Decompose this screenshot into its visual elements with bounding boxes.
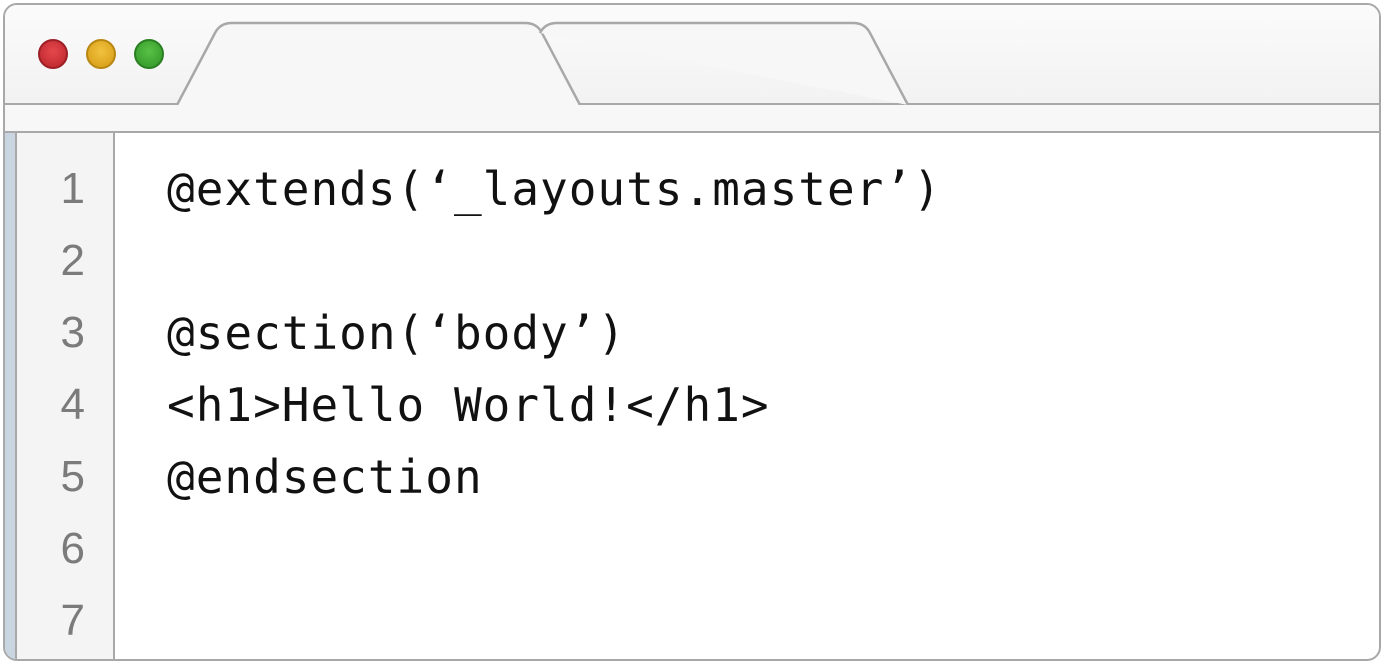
title-bar [5, 5, 1379, 105]
toolbar-strip [5, 105, 1379, 133]
line-number: 1 [60, 164, 85, 213]
editor-window: 1 2 3 4 5 6 7 @extends(‘_layouts.master’… [3, 3, 1381, 661]
code-line[interactable] [167, 225, 942, 297]
line-number: 7 [60, 596, 85, 645]
line-number: 6 [60, 524, 85, 573]
line-number-gutter: 1 2 3 4 5 6 7 [5, 133, 115, 659]
line-number: 4 [60, 380, 85, 429]
line-number: 2 [60, 236, 85, 285]
tab-2[interactable] [565, 23, 865, 105]
line-number-list: 1 2 3 4 5 6 7 [17, 153, 113, 657]
gutter-edge [5, 133, 17, 659]
code-line[interactable]: <h1>Hello World!</h1> [167, 369, 942, 441]
code-line[interactable] [167, 513, 942, 585]
line-number: 3 [60, 308, 85, 357]
code-line[interactable] [167, 585, 942, 657]
code-line[interactable]: @extends(‘_layouts.master’) [167, 153, 942, 225]
code-line[interactable]: @endsection [167, 441, 942, 513]
code-editor[interactable]: @extends(‘_layouts.master’) @section(‘bo… [167, 153, 942, 657]
line-number: 5 [60, 452, 85, 501]
tab-1[interactable] [210, 23, 550, 105]
code-line[interactable]: @section(‘body’) [167, 297, 942, 369]
